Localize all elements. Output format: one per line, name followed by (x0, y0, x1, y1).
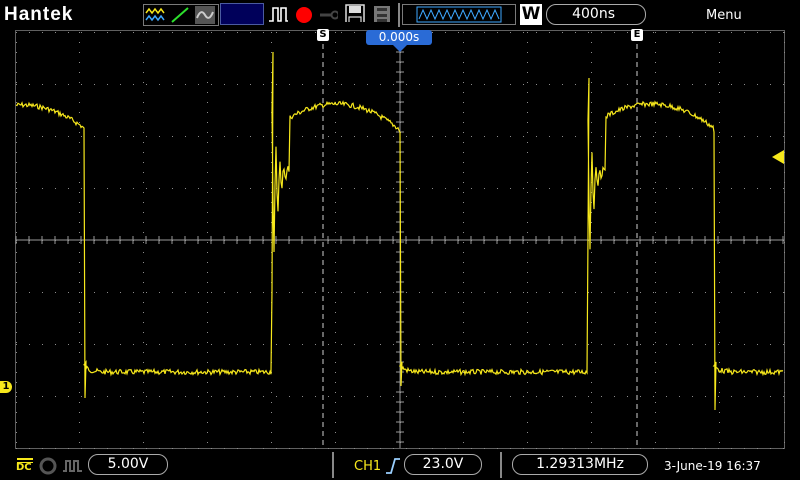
status-bar: DC 5.00V CH1 23.0V 1.29313MHz 3-June-19 … (0, 450, 800, 480)
probe-icon[interactable] (38, 457, 58, 475)
status-divider (332, 452, 334, 478)
waveform-grid (15, 31, 785, 449)
bandwidth-icon[interactable] (62, 457, 84, 475)
cursor-end-label[interactable]: E (631, 29, 643, 41)
trigger-edge-icon[interactable] (384, 455, 402, 477)
datetime: 3-June-19 16:37 (664, 459, 761, 473)
status-divider (500, 452, 502, 478)
trigger-time-label[interactable]: 0.000s (366, 30, 432, 45)
trigger-position-marker[interactable] (392, 44, 408, 52)
coupling-label: DC (16, 462, 32, 473)
trigger-level[interactable]: 23.0V (404, 454, 482, 475)
trigger-source[interactable]: CH1 (354, 459, 381, 474)
frequency-readout: 1.29313MHz (512, 454, 648, 475)
volts-per-div[interactable]: 5.00V (88, 454, 168, 475)
trigger-level-marker[interactable] (772, 150, 784, 164)
channel1-marker[interactable]: 1 (0, 381, 12, 393)
cursor-start-label[interactable]: S (317, 29, 329, 41)
